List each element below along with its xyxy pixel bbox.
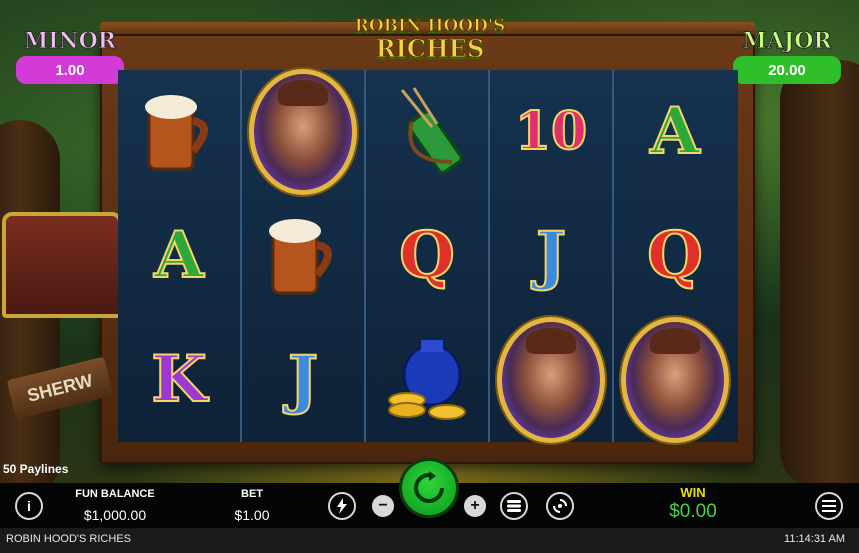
spin-arrow-icon	[414, 471, 444, 503]
letter-q: Q	[646, 218, 704, 293]
letter-j: J	[535, 218, 567, 293]
hamburger-menu-icon	[822, 500, 836, 512]
beer-mug-icon	[242, 194, 364, 318]
symbol-a: A	[118, 194, 240, 318]
bet-label: BET	[241, 488, 263, 500]
win-value: $0.00	[669, 501, 717, 522]
bet-decrease-button[interactable]: −	[372, 495, 394, 517]
logo-line-2: RICHES	[375, 34, 485, 64]
symbol-j: J	[242, 318, 364, 442]
letter-a: A	[649, 94, 701, 169]
reel-1: A K	[118, 70, 242, 442]
symbol-10: 10	[490, 70, 612, 194]
menu-button[interactable]	[815, 492, 843, 520]
major-jackpot: MAJOR 20.00	[727, 10, 847, 84]
treasure-chest-icon	[2, 212, 122, 318]
logo-line-1: ROBIN HOOD'S	[354, 16, 506, 37]
win-label: WIN	[680, 485, 706, 500]
game-logo: ROBIN HOOD'S RICHES	[350, 10, 510, 70]
tree-trunk-right	[780, 60, 859, 483]
coin-stack-button[interactable]	[500, 492, 528, 520]
symbol-a: A	[614, 70, 736, 194]
autoplay-icon	[553, 499, 567, 513]
symbol-q: Q	[366, 194, 488, 318]
major-jackpot-label: MAJOR	[742, 28, 832, 55]
reel-4: 10 J	[490, 70, 614, 443]
letter-10: 10	[514, 101, 588, 162]
reel-grid: A K J Q 10 J A Q	[118, 69, 738, 443]
major-jackpot-value: 20.00	[733, 56, 841, 84]
symbol-j: J	[490, 194, 612, 318]
bet-value: $1.00	[234, 507, 270, 523]
spin-button[interactable]	[399, 458, 459, 518]
reel-2: J	[242, 69, 366, 442]
fun-balance-label: FUN BALANCE	[75, 488, 155, 500]
fun-balance-value: $1,000.00	[83, 507, 147, 523]
autoplay-button[interactable]	[546, 492, 574, 520]
minus-icon: −	[378, 497, 388, 514]
robin-portrait-icon	[490, 317, 612, 443]
footer-clock: 11:14:31 AM	[784, 533, 845, 545]
coin-bag-icon	[366, 318, 488, 442]
reel-3: Q	[366, 70, 490, 442]
plus-icon: +	[470, 497, 480, 514]
footer-bar: ROBIN HOOD'S RICHES 11:14:31 AM	[0, 528, 859, 553]
letter-j: J	[287, 342, 319, 417]
robin-portrait-icon	[614, 317, 736, 443]
symbol-q: Q	[614, 194, 736, 318]
letter-q: Q	[398, 218, 456, 293]
info-icon: i	[27, 498, 31, 514]
coin-stack-icon	[507, 500, 521, 512]
info-button[interactable]: i	[15, 492, 43, 520]
letter-k: K	[150, 342, 208, 417]
quiver-icon	[366, 70, 488, 194]
reel-5: A Q	[614, 70, 736, 443]
beer-mug-icon	[118, 70, 240, 194]
symbol-k: K	[118, 318, 240, 442]
minor-jackpot: MINOR 1.00	[10, 10, 130, 84]
bet-increase-button[interactable]: +	[464, 495, 486, 517]
paylines-label: 50 Paylines	[3, 462, 69, 476]
letter-a: A	[153, 218, 205, 293]
turbo-button[interactable]	[328, 492, 356, 520]
minor-jackpot-value: 1.00	[16, 56, 124, 84]
robin-portrait-icon	[242, 69, 364, 195]
lightning-icon	[337, 498, 347, 514]
footer-game-title: ROBIN HOOD'S RICHES	[6, 533, 131, 545]
minor-jackpot-label: MINOR	[23, 28, 117, 55]
